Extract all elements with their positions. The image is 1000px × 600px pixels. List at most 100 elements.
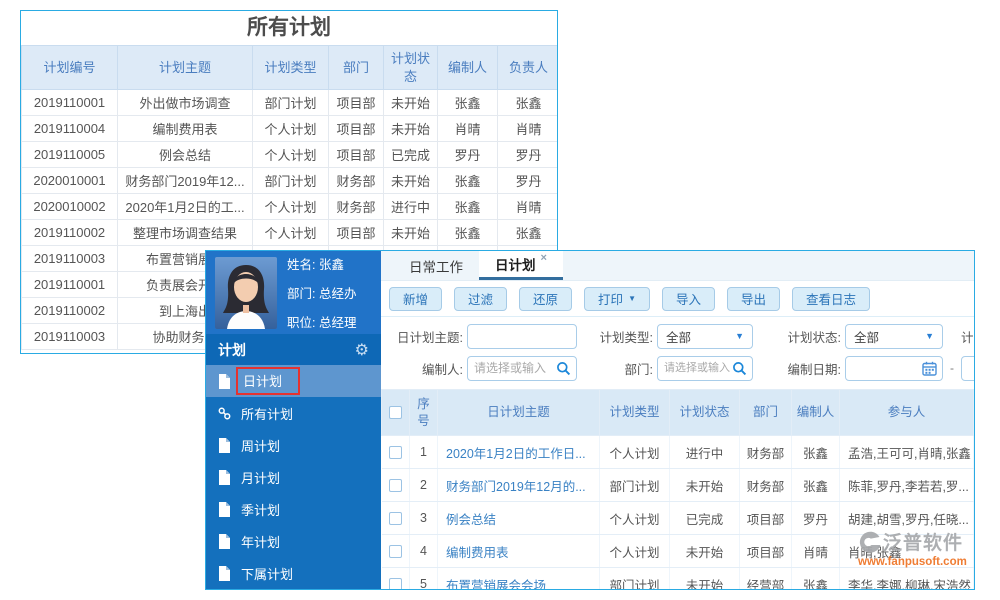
- sidebar-item-day-plan[interactable]: 日计划: [206, 365, 381, 397]
- tab-label: 日计划: [495, 254, 536, 274]
- subject-filter-field: [467, 324, 577, 349]
- col-dept: 部门: [329, 46, 384, 90]
- date-to-input[interactable]: [962, 357, 975, 380]
- watermark-url: www.fanpusoft.com: [858, 556, 967, 568]
- status-select[interactable]: 全部 ▼: [845, 324, 943, 349]
- cell: 张鑫: [498, 220, 559, 246]
- profile-title: 职位: 总经理: [287, 312, 356, 331]
- page: 所有计划 计划编号 计划主题 计划类型 部门 计划状态 编制人 负责人: [0, 0, 1000, 600]
- sidebar-item-subordinate-plan[interactable]: 下属计划: [206, 557, 381, 589]
- calendar-icon[interactable]: [922, 361, 937, 376]
- sidebar-item-quarter-plan[interactable]: 季计划: [206, 493, 381, 525]
- file-icon: [218, 374, 231, 389]
- subject-link[interactable]: 2020年1月2日的工作日...: [446, 447, 586, 461]
- cell-index: 5: [410, 568, 438, 591]
- cell: 2019110005: [22, 142, 118, 168]
- col-select: [382, 390, 410, 436]
- cell: 外出做市场调查: [118, 90, 253, 116]
- subject-filter-label: 日计划主题:: [381, 327, 463, 346]
- cell: 个人计划: [253, 142, 329, 168]
- cell: 2019110001: [22, 272, 118, 298]
- col-status: 计划状态: [670, 390, 740, 436]
- sidebar-item-year-plan[interactable]: 年计划: [206, 525, 381, 557]
- select-all-checkbox[interactable]: [389, 406, 402, 419]
- clipped-filter-label: 计: [961, 327, 974, 346]
- subject-input[interactable]: [468, 325, 576, 348]
- close-icon[interactable]: ×: [541, 252, 547, 264]
- row-checkbox[interactable]: [389, 545, 402, 558]
- col-participants: 参与人: [840, 390, 974, 436]
- sidebar-item-week-plan[interactable]: 周计划: [206, 429, 381, 461]
- cell: 张鑫: [438, 194, 498, 220]
- cell-type: 个人计划: [600, 502, 670, 535]
- all-plans-header-row: 计划编号 计划主题 计划类型 部门 计划状态 编制人 负责人: [22, 46, 559, 90]
- cell-creator: 张鑫: [792, 436, 840, 469]
- cell: 项目部: [329, 142, 384, 168]
- date-from-field: [845, 356, 943, 381]
- cell: 罗丹: [498, 142, 559, 168]
- button-label: 打印: [598, 289, 623, 308]
- subject-link[interactable]: 例会总结: [446, 513, 496, 527]
- row-checkbox[interactable]: [389, 446, 402, 459]
- tab-bar: 日常工作 日计划 ×: [381, 251, 974, 281]
- date-range-separator: -: [950, 361, 954, 375]
- sidebar-item-all-plans[interactable]: 所有计划: [206, 397, 381, 429]
- add-button[interactable]: 新增: [389, 287, 442, 311]
- cell: 2020010002: [22, 194, 118, 220]
- cell: 财务部: [329, 194, 384, 220]
- cell-status: 未开始: [670, 469, 740, 502]
- button-label: 新增: [403, 289, 428, 308]
- cell: 张鑫: [438, 220, 498, 246]
- filter-button[interactable]: 过滤: [454, 287, 507, 311]
- type-select[interactable]: 全部 ▼: [657, 324, 753, 349]
- fanpu-logo-icon: [858, 530, 882, 554]
- cell-index: 1: [410, 436, 438, 469]
- sidebar-item-label: 年计划: [241, 532, 280, 551]
- row-checkbox[interactable]: [389, 578, 402, 591]
- reset-button[interactable]: 还原: [519, 287, 572, 311]
- cell: 编制费用表: [118, 116, 253, 142]
- sidebar: 姓名: 张鑫 部门: 总经办 职位: 总经理 计划 ⚙ 日计划: [206, 251, 381, 589]
- sidebar-item-month-plan[interactable]: 月计划: [206, 461, 381, 493]
- subject-link[interactable]: 财务部门2019年12月的...: [446, 480, 586, 494]
- cell: 未开始: [384, 116, 438, 142]
- col-creator: 编制人: [792, 390, 840, 436]
- print-button[interactable]: 打印 ▼: [584, 287, 650, 311]
- dept-filter-field: [657, 356, 753, 381]
- cell-type: 个人计划: [600, 436, 670, 469]
- vendor-watermark: 泛普软件 www.fanpusoft.com: [858, 528, 967, 568]
- cell: 肖晴: [498, 194, 559, 220]
- status-filter-label: 计划状态:: [753, 327, 841, 346]
- row-checkbox[interactable]: [389, 479, 402, 492]
- table-row: 2019110005例会总结个人计划项目部已完成罗丹罗丹: [22, 142, 559, 168]
- cell-status: 已完成: [670, 502, 740, 535]
- table-row: 5 布置营销展会会场 部门计划 未开始 经营部 张鑫 李华,李娜,柳琳,宋浩然: [382, 568, 974, 591]
- status-select-value: 全部: [854, 327, 879, 346]
- cell-dept: 项目部: [740, 535, 792, 568]
- button-label: 还原: [533, 289, 558, 308]
- search-icon[interactable]: [732, 361, 747, 376]
- file-icon: [218, 534, 231, 549]
- tab-daily-work[interactable]: 日常工作: [393, 251, 479, 280]
- gear-icon[interactable]: ⚙: [355, 340, 369, 360]
- cell: 例会总结: [118, 142, 253, 168]
- file-icon: [218, 566, 231, 581]
- tab-day-plan[interactable]: 日计划 ×: [479, 251, 563, 280]
- table-row: 2019110004编制费用表个人计划项目部未开始肖晴肖晴: [22, 116, 559, 142]
- subject-link[interactable]: 编制费用表: [446, 546, 509, 560]
- profile-info: 姓名: 张鑫 部门: 总经办 职位: 总经理: [287, 254, 356, 331]
- subject-link[interactable]: 布置营销展会会场: [446, 579, 546, 591]
- export-button[interactable]: 导出: [727, 287, 780, 311]
- cell: 未开始: [384, 220, 438, 246]
- col-plan-subject: 计划主题: [118, 46, 253, 90]
- row-checkbox[interactable]: [389, 512, 402, 525]
- file-icon: [218, 470, 231, 485]
- view-log-button[interactable]: 查看日志: [792, 287, 870, 311]
- filter-panel: 日计划主题: 计划类型: 全部 ▼ 计划状态: 全部 ▼ 计: [381, 317, 974, 389]
- search-icon[interactable]: [556, 361, 571, 376]
- table-row: 20200100022020年1月2日的工...个人计划财务部进行中张鑫肖晴: [22, 194, 559, 220]
- type-select-value: 全部: [666, 327, 691, 346]
- cell: 进行中: [384, 194, 438, 220]
- import-button[interactable]: 导入: [662, 287, 715, 311]
- cell: 个人计划: [253, 194, 329, 220]
